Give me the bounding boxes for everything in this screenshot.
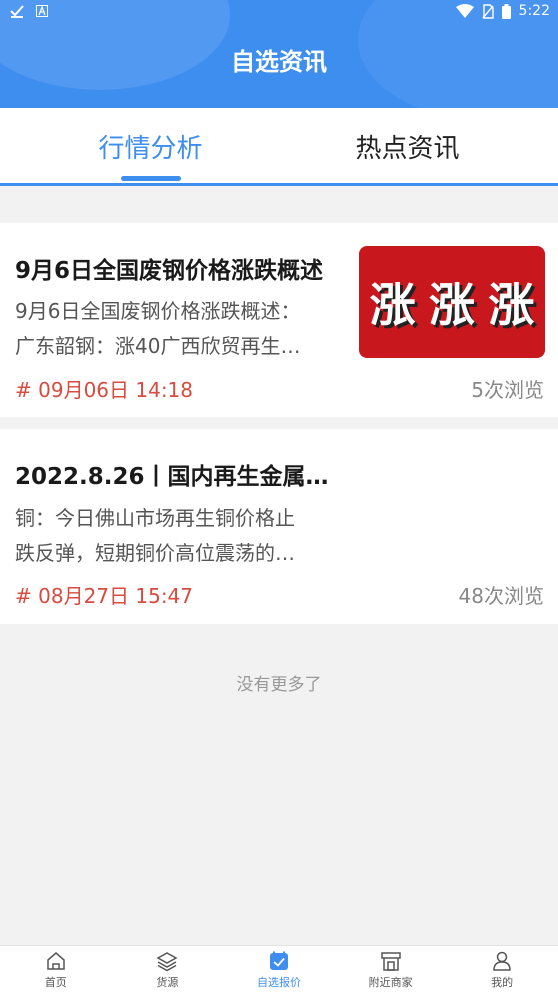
tab-hot-news[interactable]: 热点资讯 — [268, 128, 547, 165]
summary-line: 9月6日全国废钢价格涨跌概述： — [15, 299, 301, 323]
article-summary: 9月6日全国废钢价格涨跌概述： 广东韶钢：涨40广西欣贸再生… — [15, 294, 355, 364]
article-date: # 08月27日 15:47 — [15, 584, 194, 608]
article-thumbnail: 涨 涨 涨 — [359, 246, 545, 358]
summary-line: 广东韶钢：涨40广西欣贸再生… — [15, 334, 301, 358]
thumb-char: 涨 — [369, 278, 416, 332]
tabbar-label: 附近商家 — [368, 976, 413, 989]
tabbar-item-watchlist[interactable]: 自选报价 — [223, 946, 335, 992]
no-sim-icon — [482, 3, 494, 19]
article-summary: 铜：今日佛山市场再生铜价格止 跌反弹，短期铜价高位震荡的… — [15, 501, 545, 571]
article-date: # 09月06日 14:18 — [15, 378, 194, 402]
status-bar: 5:22 — [0, 0, 558, 26]
app-notification-icon — [36, 5, 48, 17]
tab-market-analysis[interactable]: 行情分析 — [11, 128, 290, 165]
article-title: 2022.8.26丨国内再生金属… — [15, 464, 329, 490]
article-card[interactable]: 9月6日全国废钢价格涨跌概述 9月6日全国废钢价格涨跌概述： 广东韶钢：涨40广… — [0, 223, 558, 417]
check-notification-icon — [10, 5, 24, 18]
list-end-text: 没有更多了 — [236, 675, 322, 695]
page-title: 自选资讯 — [231, 48, 327, 76]
thumb-char: 涨 — [428, 278, 475, 332]
summary-line: 铜：今日佛山市场再生铜价格止 — [15, 506, 295, 530]
checklist-icon — [269, 951, 288, 970]
thumb-char: 涨 — [488, 278, 535, 332]
tabbar-label: 货源 — [156, 976, 179, 989]
app-header: 5:22 自选资讯 — [0, 0, 558, 108]
tabbar-label: 首页 — [44, 976, 67, 989]
tabbar-label: 我的 — [491, 976, 514, 989]
tabbar-item-goods[interactable]: 货源 — [112, 946, 224, 992]
tabbar-label: 自选报价 — [256, 976, 301, 989]
article-title: 9月6日全国废钢价格涨跌概述 — [15, 258, 324, 284]
article-views: 48次浏览 — [458, 584, 544, 608]
tabbar-item-home[interactable]: 首页 — [0, 946, 112, 992]
news-tabs: 行情分析 热点资讯 — [0, 108, 558, 186]
store-icon — [380, 952, 401, 971]
tabbar-item-mine[interactable]: 我的 — [446, 946, 558, 992]
status-time: 5:22 — [518, 3, 550, 19]
layers-icon — [156, 952, 178, 972]
wifi-icon — [455, 4, 474, 18]
battery-icon — [501, 3, 511, 19]
article-card[interactable]: 2022.8.26丨国内再生金属… 铜：今日佛山市场再生铜价格止 跌反弹，短期铜… — [0, 429, 558, 624]
user-icon — [493, 951, 511, 971]
article-views: 5次浏览 — [471, 378, 544, 402]
bottom-tab-bar: 首页 货源 自选报价 附近商家 我的 — [0, 945, 558, 992]
active-tab-indicator — [121, 176, 181, 181]
tabbar-item-nearby[interactable]: 附近商家 — [335, 946, 447, 992]
summary-line: 跌反弹，短期铜价高位震荡的… — [15, 541, 295, 565]
home-icon — [47, 952, 65, 970]
